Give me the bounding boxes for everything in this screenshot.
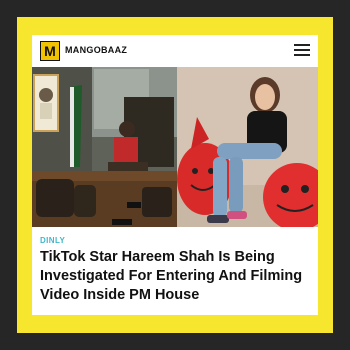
logo-icon[interactable]: M bbox=[40, 41, 60, 61]
site-header: M MANGOBAAZ bbox=[32, 35, 318, 65]
site-name[interactable]: MANGOBAAZ bbox=[65, 45, 127, 55]
woman-beanbag-illustration bbox=[177, 67, 318, 227]
article-card[interactable]: M MANGOBAAZ DINLY TikTok Star Hareem Sha… bbox=[32, 35, 318, 315]
article-headline[interactable]: TikTok Star Hareem Shah Is Being Investi… bbox=[40, 248, 312, 305]
hamburger-icon[interactable] bbox=[294, 44, 310, 56]
article-image-left[interactable] bbox=[32, 67, 177, 227]
article-image-right[interactable] bbox=[177, 67, 318, 227]
office-scene-illustration bbox=[32, 67, 177, 227]
article-category[interactable]: DINLY bbox=[40, 236, 65, 245]
logo-letter: M bbox=[44, 43, 56, 59]
